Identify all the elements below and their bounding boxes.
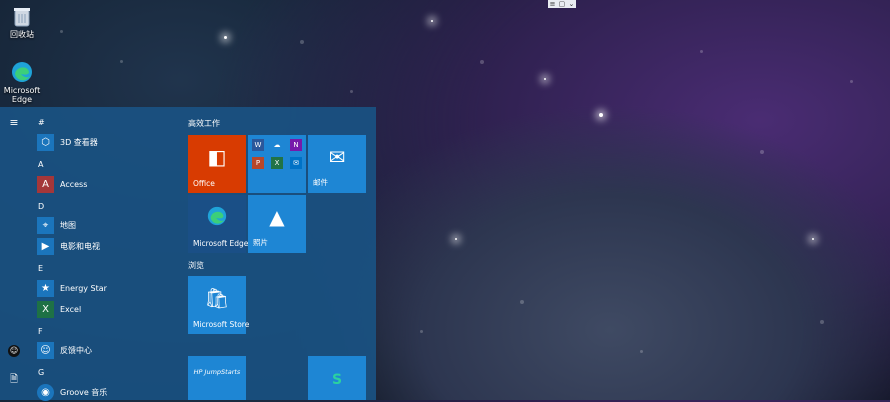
edge-tile-icon: [188, 205, 246, 232]
photos-icon: ▲: [269, 205, 285, 229]
photos-tile[interactable]: ▲ 照片: [248, 195, 306, 253]
tile-label: Microsoft Store: [193, 320, 250, 329]
word-icon: W: [252, 139, 264, 151]
list-item[interactable]: ★ Energy Star: [37, 278, 107, 298]
powerpoint-icon: P: [252, 157, 264, 169]
store-tile[interactable]: 🛍 Microsoft Store: [188, 276, 250, 334]
app-label: 电影和电视: [60, 241, 100, 251]
office-tile[interactable]: ◧ Office: [188, 135, 246, 193]
tile-label: 照片: [253, 238, 268, 247]
recycle-bin-icon: [9, 4, 35, 28]
wallpaper-star: [812, 238, 814, 240]
s-app-tile[interactable]: S: [308, 356, 366, 400]
letter-header[interactable]: F: [38, 327, 43, 336]
tile-group-title[interactable]: 高效工作: [188, 118, 220, 129]
start-rail: ≡ ☺ 🗎: [0, 107, 28, 400]
access-icon: A: [37, 175, 54, 193]
menu-lines-icon[interactable]: ≡: [550, 0, 556, 8]
excel-icon: X: [37, 300, 54, 318]
letter-header[interactable]: #: [38, 118, 45, 127]
letter-header[interactable]: A: [38, 160, 43, 169]
app-label: 地图: [60, 220, 76, 230]
feedback-icon: ☺: [37, 341, 54, 359]
store-icon: 🛍: [204, 286, 230, 310]
document-icon[interactable]: 🗎: [7, 372, 21, 389]
hp-jumpstarts-tile[interactable]: HP JumpStarts: [188, 356, 246, 400]
edge-label: Microsoft Edge: [3, 86, 41, 104]
list-item[interactable]: ◉ Groove 音乐: [37, 382, 107, 402]
letter-header[interactable]: D: [38, 202, 44, 211]
edge-tile[interactable]: Microsoft Edge: [188, 195, 249, 253]
window-icon[interactable]: ▢: [559, 0, 566, 8]
s-app-icon: S: [331, 372, 343, 388]
menu-icon[interactable]: ≡: [7, 116, 21, 129]
letter-header[interactable]: G: [38, 368, 44, 377]
office-icon: ◧: [207, 145, 227, 169]
onedrive-icon: ☁: [273, 141, 281, 149]
chevron-down-icon[interactable]: ⌄: [569, 0, 575, 8]
office-apps-tile[interactable]: W ☁ N P X ✉: [248, 135, 306, 193]
app-label: Energy Star: [60, 283, 107, 293]
app-list: # ⬡ 3D 查看器 A A Access D ⌖ 地图 ▶ 电影和电视 E ★…: [29, 107, 177, 402]
tile-label: Office: [193, 179, 215, 188]
groove-music-icon: ◉: [37, 383, 54, 401]
wallpaper-star: [599, 113, 603, 117]
hp-tile-label: HP JumpStarts: [193, 368, 241, 376]
wallpaper-star: [224, 36, 227, 39]
hp-icon: HP JumpStarts: [188, 366, 246, 377]
list-item[interactable]: X Excel: [37, 299, 81, 319]
list-item[interactable]: ⬡ 3D 查看器: [37, 132, 98, 152]
top-mini-menu[interactable]: ≡ ▢ ⌄: [548, 0, 576, 8]
list-item[interactable]: ⌖ 地图: [37, 215, 76, 235]
user-icon[interactable]: ☺: [8, 345, 20, 357]
excel-mini-icon: X: [271, 157, 283, 169]
tile-area: 高效工作 ◧ Office W ☁ N P X ✉ ✉ 邮件 Microsoft…: [180, 107, 376, 400]
mail-icon: ✉: [328, 145, 346, 169]
tile-group-title[interactable]: 浏览: [188, 260, 204, 271]
list-item[interactable]: ☺ 反馈中心: [37, 340, 92, 360]
app-label: 3D 查看器: [60, 137, 98, 147]
list-item[interactable]: ▶ 电影和电视: [37, 236, 100, 256]
start-menu: ≡ ☺ 🗎 # ⬡ 3D 查看器 A A Access D ⌖ 地图 ▶ 电影和…: [0, 107, 376, 402]
onenote-icon: N: [290, 139, 302, 151]
app-label: Excel: [60, 304, 82, 314]
3d-viewer-icon: ⬡: [37, 133, 54, 151]
wallpaper-star: [544, 78, 546, 80]
edge-icon: [9, 60, 35, 84]
map-icon: ⌖: [37, 216, 54, 234]
app-label: Access: [60, 179, 88, 189]
wallpaper-star: [431, 20, 433, 22]
tile-label: Microsoft Edge: [193, 239, 249, 248]
app-label: 反馈中心: [60, 345, 92, 355]
app-label: Groove 音乐: [60, 387, 108, 397]
desktop-recycle-bin[interactable]: 回收站: [3, 4, 41, 39]
mail-tile[interactable]: ✉ 邮件: [308, 135, 366, 193]
tile-label: 邮件: [313, 178, 328, 187]
film-icon: ▶: [37, 237, 54, 255]
recycle-bin-label: 回收站: [10, 30, 34, 39]
wallpaper-star: [455, 238, 457, 240]
energy-star-icon: ★: [37, 279, 54, 297]
list-item[interactable]: A Access: [37, 174, 87, 194]
desktop-edge[interactable]: Microsoft Edge: [3, 60, 41, 104]
letter-header[interactable]: E: [38, 264, 43, 273]
outlook-icon: ✉: [290, 157, 302, 169]
